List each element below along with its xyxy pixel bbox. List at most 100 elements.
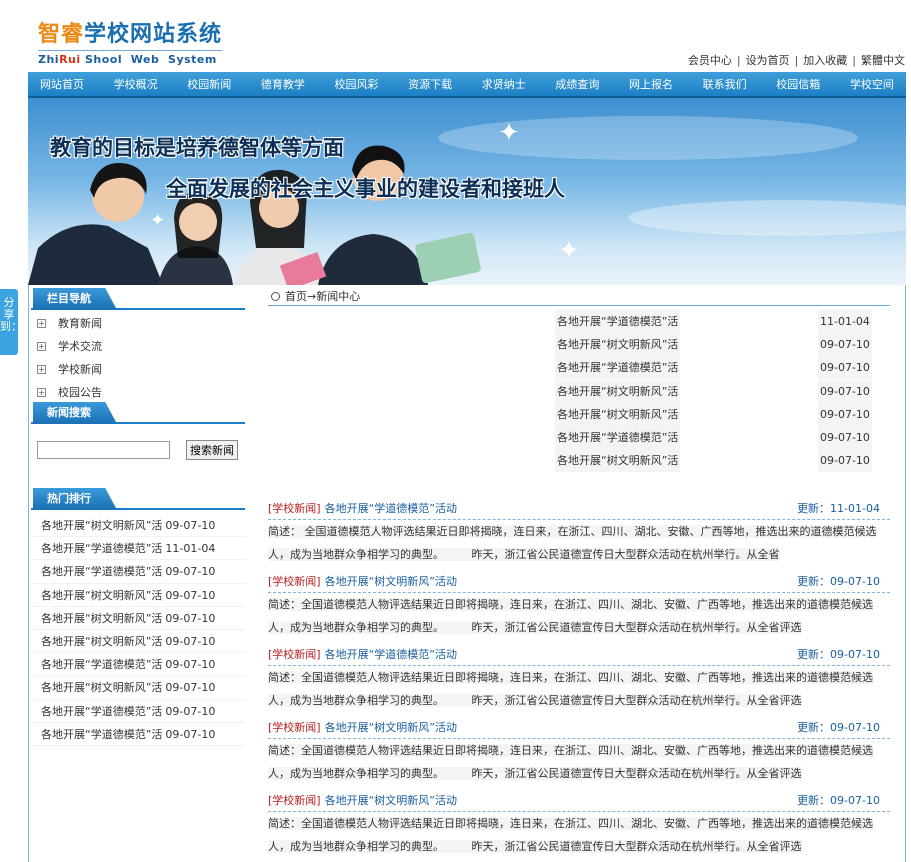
hot-item-title[interactable]: 各地开展“树文明新风”活 <box>41 635 162 648</box>
nav-campus-news[interactable]: 校园新闻 <box>187 76 231 92</box>
logo-en-a: Zhi <box>38 53 60 66</box>
list-item-date: 11-01-04 <box>818 310 872 333</box>
nav-school-overview[interactable]: 学校概况 <box>114 76 158 92</box>
list-item-title[interactable]: 各地开展“学道德模范”活 <box>555 425 681 449</box>
hot-item-date: 09-07-10 <box>165 519 216 532</box>
hot-item[interactable]: 各地开展“学道德模范”活 09-07-10 <box>31 560 245 584</box>
hot-item[interactable]: 各地开展“树文明新风”活 09-07-10 <box>31 630 245 654</box>
set-homepage-link[interactable]: 设为首页 <box>746 54 790 67</box>
nav-grade-query[interactable]: 成绩查询 <box>555 76 599 92</box>
list-item[interactable]: 各地开展“树文明新风”活 09-07-10 <box>268 379 890 403</box>
main-content: 首页→新闻中心 各地开展“学道德模范”活 11-01-04 各地开展“树文明新风”… <box>268 288 890 862</box>
hot-item-date: 09-07-10 <box>165 681 216 695</box>
list-item-title[interactable]: 各地开展“树文明新风”活 <box>555 333 681 357</box>
hot-item-title[interactable]: 各地开展“树文明新风”活 <box>41 681 162 694</box>
hot-item[interactable]: 各地开展“树文明新风”活 09-07-10 <box>31 514 245 538</box>
nav-mailbox[interactable]: 校园信箱 <box>776 76 820 92</box>
hot-item-title[interactable]: 各地开展“树文明新风”活 <box>41 612 162 625</box>
article-summary-text: 简述：全国道德模范人物评选结果近日即将揭晓，连日来，在浙江、四川、湖北、安徽、广… <box>268 671 873 708</box>
list-item-title[interactable]: 各地开展“树文明新风”活 <box>555 379 681 403</box>
article-title[interactable]: 各地开展“学道德模范”活动 <box>325 648 457 661</box>
nav-downloads[interactable]: 资源下载 <box>408 76 452 92</box>
article-header: [学校新闻] 各地开展“树文明新风”活动 更新：09-07-10 <box>268 789 890 813</box>
breadcrumb-text[interactable]: 首页→新闻中心 <box>285 288 360 306</box>
list-item-title[interactable]: 各地开展“学道德模范”活 <box>555 310 681 333</box>
nav-recruitment[interactable]: 求贤纳士 <box>482 76 526 92</box>
category-label: 教育新闻 <box>58 317 102 330</box>
article-category-tag[interactable]: [学校新闻] <box>268 502 321 515</box>
article-category-tag[interactable]: [学校新闻] <box>268 648 321 661</box>
section-title-search: 新闻搜索 <box>31 402 245 424</box>
hot-item[interactable]: 各地开展“树文明新风”活 09-07-10 <box>31 584 245 607</box>
article-updated: 更新：09-07-10 <box>797 575 880 589</box>
category-item-academic-exchange[interactable]: + 学术交流 <box>31 335 245 358</box>
article-updated: 更新：11-01-04 <box>797 502 880 516</box>
add-favorite-link[interactable]: 加入收藏 <box>803 54 847 67</box>
nav-online-registration[interactable]: 网上报名 <box>629 76 673 92</box>
article-header: [学校新闻] 各地开展“树文明新风”活动 更新：09-07-10 <box>268 570 890 594</box>
hot-item[interactable]: 各地开展“树文明新风”活 09-07-10 <box>31 676 245 700</box>
hot-item[interactable]: 各地开展“学道德模范”活 09-07-10 <box>31 653 245 677</box>
list-item[interactable]: 各地开展“学道德模范”活 11-01-04 <box>268 310 890 333</box>
hot-item-title[interactable]: 各地开展“树文明新风”活 <box>41 589 162 602</box>
category-label: 学校新闻 <box>58 363 102 376</box>
list-item[interactable]: 各地开展“树文明新风”活 09-07-10 <box>268 402 890 426</box>
hot-item-title[interactable]: 各地开展“树文明新风”活 <box>41 519 162 532</box>
member-center-link[interactable]: 会员中心 <box>688 54 732 67</box>
site-logo[interactable]: 智睿学校网站系统 ZhiRui Shool Web System <box>38 22 223 66</box>
list-item[interactable]: 各地开展“学道德模范”活 09-07-10 <box>268 425 890 449</box>
main-nav: 网站首页 学校概况 校园新闻 德育教学 校园风彩 资源下载 求贤纳士 成绩查询 … <box>28 72 906 98</box>
news-search-input[interactable] <box>37 441 170 459</box>
hot-item-date: 09-07-10 <box>165 634 216 648</box>
hot-item-title[interactable]: 各地开展“学道德模范”活 <box>41 658 162 671</box>
list-item[interactable]: 各地开展“学道德模范”活 09-07-10 <box>268 356 890 380</box>
link-separator: | <box>794 54 799 67</box>
category-item-school-news[interactable]: + 学校新闻 <box>31 358 245 381</box>
expand-icon[interactable]: + <box>37 319 46 328</box>
hot-item-title[interactable]: 各地开展“学道德模范”活 <box>41 705 162 718</box>
hot-item-date: 09-07-10 <box>165 611 216 625</box>
hot-item[interactable]: 各地开展“学道德模范”活 11-01-04 <box>31 537 245 561</box>
hot-item-title[interactable]: 各地开展“学道德模范”活 <box>41 542 162 555</box>
top-links: 会员中心 | 设为首页 | 加入收藏 | 繁體中文 <box>688 52 905 68</box>
nav-campus-style[interactable]: 校园风彩 <box>335 76 379 92</box>
article-header: [学校新闻] 各地开展“树文明新风”活动 更新：09-07-10 <box>268 716 890 740</box>
list-item-date: 09-07-10 <box>818 333 872 357</box>
list-item-title[interactable]: 各地开展“树文明新风”活 <box>555 402 681 426</box>
article-summary-text: 简述：全国道德模范人物评选结果近日即将揭晓，连日来，在浙江、四川、湖北、安徽、广… <box>268 598 873 635</box>
traditional-chinese-link[interactable]: 繁體中文 <box>861 54 905 67</box>
expand-icon[interactable]: + <box>37 388 46 397</box>
bullet-circle-icon <box>271 292 280 301</box>
list-item[interactable]: 各地开展“树文明新风”活 09-07-10 <box>268 333 890 357</box>
article-title[interactable]: 各地开展“树文明新风”活动 <box>325 794 457 807</box>
article-title[interactable]: 各地开展“树文明新风”活动 <box>325 575 457 588</box>
article-category-tag[interactable]: [学校新闻] <box>268 794 321 807</box>
hot-item-title[interactable]: 各地开展“学道德模范”活 <box>41 728 162 741</box>
banner-slogan-line1: 教育的目标是培养德智体等方面 <box>50 135 344 160</box>
article-category-tag[interactable]: [学校新闻] <box>268 721 321 734</box>
hot-item-title[interactable]: 各地开展“学道德模范”活 <box>41 565 162 578</box>
article-category-tag[interactable]: [学校新闻] <box>268 575 321 588</box>
hot-item-date: 09-07-10 <box>165 658 216 672</box>
expand-icon[interactable]: + <box>37 365 46 374</box>
nav-contact[interactable]: 联系我们 <box>703 76 747 92</box>
expand-icon[interactable]: + <box>37 342 46 351</box>
link-separator: | <box>736 54 741 67</box>
list-item[interactable]: 各地开展“树文明新风”活 09-07-10 <box>268 449 890 473</box>
nav-school-space[interactable]: 学校空间 <box>850 76 894 92</box>
hot-item[interactable]: 各地开展“学道德模范”活 09-07-10 <box>31 723 245 746</box>
logo-en-b: Rui <box>59 53 81 66</box>
share-tab[interactable]: 分享到： <box>0 289 22 355</box>
article-title[interactable]: 各地开展“树文明新风”活动 <box>325 721 457 734</box>
list-item-title[interactable]: 各地开展“树文明新风”活 <box>555 449 681 473</box>
hot-item[interactable]: 各地开展“学道德模范”活 09-07-10 <box>31 700 245 723</box>
list-item-title[interactable]: 各地开展“学道德模范”活 <box>555 356 681 380</box>
category-item-campus-notice[interactable]: + 校园公告 <box>31 381 245 404</box>
nav-moral-teaching[interactable]: 德育教学 <box>261 76 305 92</box>
category-item-education-news[interactable]: + 教育新闻 <box>31 312 245 335</box>
article-title[interactable]: 各地开展“学道德模范”活动 <box>325 502 457 515</box>
hot-item[interactable]: 各地开展“树文明新风”活 09-07-10 <box>31 607 245 630</box>
nav-home[interactable]: 网站首页 <box>40 76 84 92</box>
search-news-button[interactable]: 搜索新闻 <box>186 440 238 460</box>
category-label: 校园公告 <box>58 386 102 399</box>
